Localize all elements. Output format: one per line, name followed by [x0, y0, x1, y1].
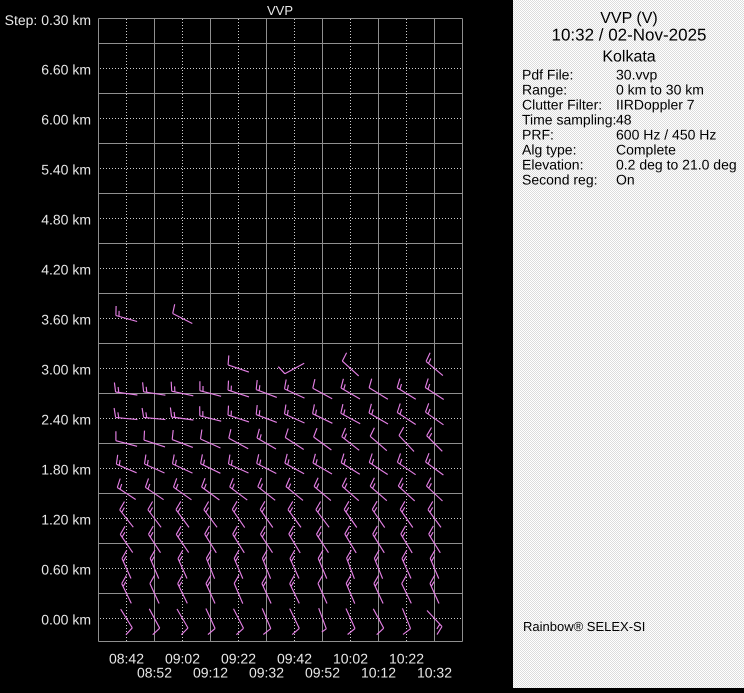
svg-text:4.20 km: 4.20 km	[41, 262, 91, 278]
svg-text:Second reg:: Second reg:	[522, 172, 598, 188]
svg-text:2.40 km: 2.40 km	[41, 412, 91, 428]
svg-text:Alg type:: Alg type:	[522, 142, 576, 158]
svg-text:Step: 0.30 km: Step: 0.30 km	[5, 12, 91, 28]
svg-text:Time sampling:: Time sampling:	[522, 112, 616, 128]
svg-text:IIRDoppler 7: IIRDoppler 7	[616, 97, 695, 113]
svg-text:0.00 km: 0.00 km	[41, 612, 91, 628]
svg-text:6.60 km: 6.60 km	[41, 62, 91, 78]
svg-text:09:12: 09:12	[193, 665, 228, 681]
svg-text:5.40 km: 5.40 km	[41, 162, 91, 178]
svg-text:30.vvp: 30.vvp	[616, 67, 657, 83]
svg-text:3.60 km: 3.60 km	[41, 312, 91, 328]
svg-text:3.00 km: 3.00 km	[41, 362, 91, 378]
svg-text:08:52: 08:52	[137, 665, 172, 681]
svg-text:6.00 km: 6.00 km	[41, 112, 91, 128]
svg-text:0.60 km: 0.60 km	[41, 562, 91, 578]
svg-text:09:32: 09:32	[249, 665, 284, 681]
svg-text:48: 48	[616, 112, 632, 128]
svg-text:VVP (V): VVP (V)	[600, 10, 658, 27]
svg-text:0.2 deg to 21.0 deg: 0.2 deg to 21.0 deg	[616, 157, 737, 173]
svg-text:Pdf File:: Pdf File:	[522, 67, 573, 83]
svg-text:Elevation:: Elevation:	[522, 157, 583, 173]
svg-text:10:12: 10:12	[361, 665, 396, 681]
svg-text:Kolkata: Kolkata	[602, 49, 655, 66]
svg-text:10:32: 10:32	[417, 665, 452, 681]
svg-text:VVP: VVP	[267, 3, 293, 18]
svg-text:Clutter Filter:: Clutter Filter:	[522, 97, 602, 113]
svg-text:09:52: 09:52	[305, 665, 340, 681]
svg-text:1.80 km: 1.80 km	[41, 462, 91, 478]
svg-text:1.20 km: 1.20 km	[41, 512, 91, 528]
svg-text:600 Hz / 450 Hz: 600 Hz / 450 Hz	[616, 127, 716, 143]
svg-text:4.80 km: 4.80 km	[41, 212, 91, 228]
svg-text:Complete: Complete	[616, 142, 676, 158]
svg-text:Range:: Range:	[522, 82, 567, 98]
svg-text:PRF:: PRF:	[522, 127, 554, 143]
svg-text:On: On	[616, 172, 635, 188]
svg-text:10:32 / 02-Nov-2025: 10:32 / 02-Nov-2025	[552, 26, 707, 45]
svg-text:0 km to 30 km: 0 km to 30 km	[616, 82, 704, 98]
svg-text:Rainbow® SELEX-SI: Rainbow® SELEX-SI	[523, 619, 645, 634]
